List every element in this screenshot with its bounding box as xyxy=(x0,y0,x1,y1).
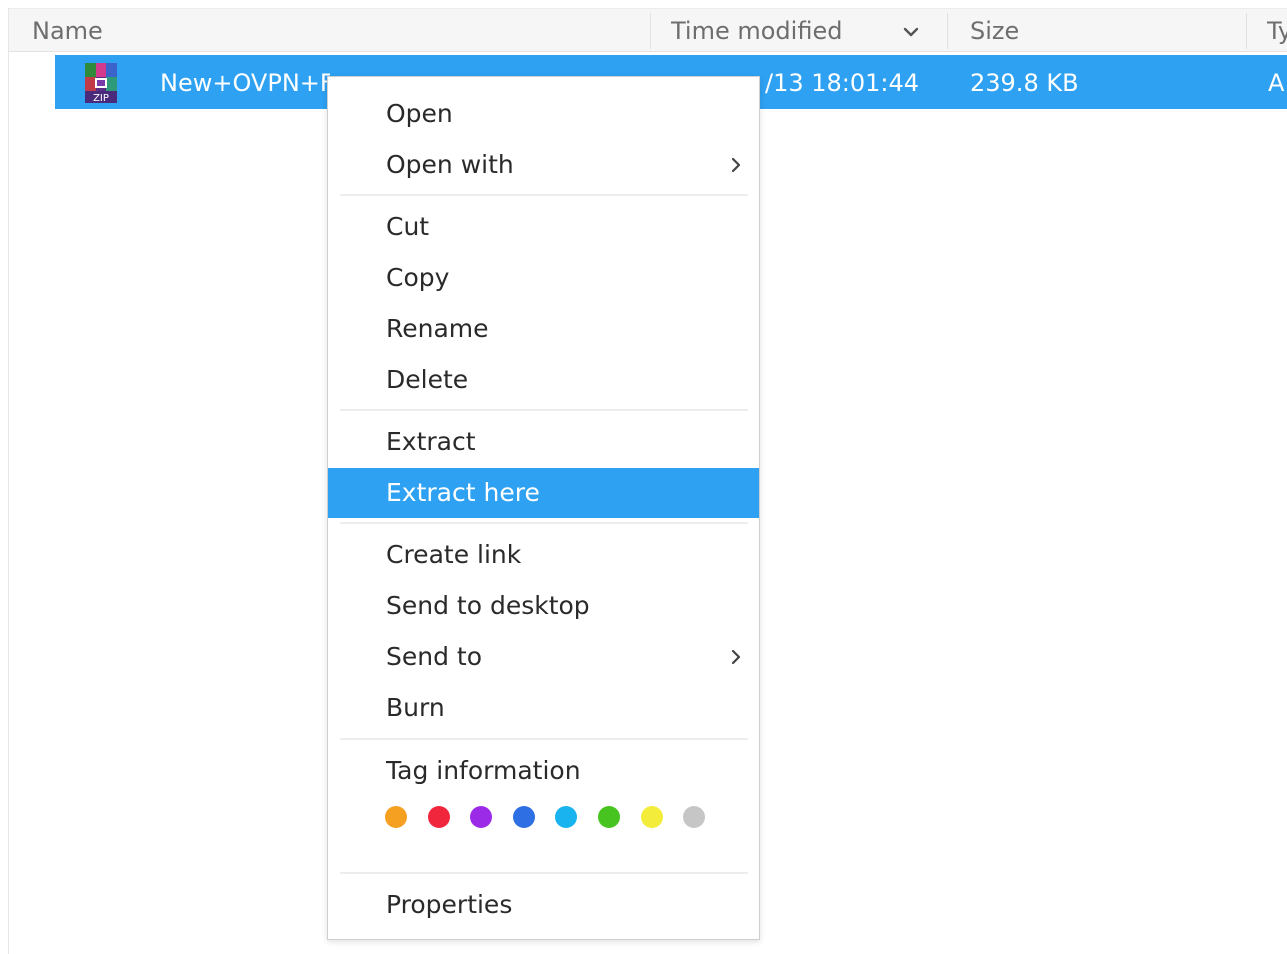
view-border xyxy=(8,8,9,954)
menu-item-send-to[interactable]: Send to xyxy=(328,632,759,682)
menu-item-cut[interactable]: Cut xyxy=(328,202,759,252)
menu-item-label: Extract here xyxy=(386,478,540,507)
tag-color-yellow[interactable] xyxy=(640,806,663,828)
menu-item-rename[interactable]: Rename xyxy=(328,304,759,354)
menu-item-label: Open with xyxy=(386,150,514,179)
menu-item-label: Open xyxy=(386,99,453,128)
menu-item-copy[interactable]: Copy xyxy=(328,253,759,303)
file-type: A xyxy=(1268,69,1285,97)
menu-separator xyxy=(340,194,748,196)
menu-item-open-with[interactable]: Open with xyxy=(328,140,759,190)
chevron-right-icon xyxy=(731,649,741,665)
menu-item-properties[interactable]: Properties xyxy=(328,880,759,930)
sort-descending-icon[interactable] xyxy=(901,22,921,42)
menu-item-label: Rename xyxy=(386,314,489,343)
svg-text:ZIP: ZIP xyxy=(93,93,109,104)
menu-item-label: Create link xyxy=(386,540,522,569)
tag-color-gray[interactable] xyxy=(683,806,706,828)
file-manager-view: Name Time modified Size Ty ZIP New+OVPN+… xyxy=(0,0,1287,954)
menu-item-label: Burn xyxy=(386,693,445,722)
column-divider[interactable] xyxy=(1246,13,1247,49)
menu-separator xyxy=(340,872,748,874)
menu-item-label: Cut xyxy=(386,212,430,241)
menu-separator xyxy=(340,409,748,411)
menu-separator xyxy=(340,738,748,740)
column-header: Name Time modified Size Ty xyxy=(9,8,1287,52)
tag-color-red[interactable] xyxy=(427,806,450,828)
menu-item-extract[interactable]: Extract xyxy=(328,417,759,467)
tag-color-green[interactable] xyxy=(598,806,620,828)
menu-separator xyxy=(340,522,748,524)
menu-item-create-link[interactable]: Create link xyxy=(328,530,759,580)
menu-item-label: Delete xyxy=(386,365,469,394)
column-name-header[interactable]: Name xyxy=(32,9,632,51)
file-name: New+OVPN+Fi xyxy=(160,69,330,97)
menu-item-label: Send to xyxy=(386,642,483,671)
menu-item-tag-information: Tag information xyxy=(328,746,759,796)
file-time-modified: /13 18:01:44 xyxy=(765,69,920,97)
menu-item-extract-here[interactable]: Extract here xyxy=(328,468,759,518)
menu-item-open[interactable]: Open xyxy=(328,89,759,139)
file-size: 239.8 KB xyxy=(970,69,1079,97)
tag-color-purple[interactable] xyxy=(470,806,493,828)
chevron-right-icon xyxy=(731,157,741,173)
menu-item-send-to-desktop[interactable]: Send to desktop xyxy=(328,581,759,631)
zip-archive-icon: ZIP xyxy=(85,63,117,104)
context-menu: Open Open with Cut Copy Rename Delete Ex… xyxy=(327,76,760,940)
tag-color-orange[interactable] xyxy=(385,806,407,828)
column-divider[interactable] xyxy=(650,13,651,49)
menu-item-label: Send to desktop xyxy=(386,591,590,620)
menu-item-burn[interactable]: Burn xyxy=(328,683,759,733)
tag-color-light-blue[interactable] xyxy=(555,806,578,828)
menu-item-label: Extract xyxy=(386,427,476,456)
tag-color-blue[interactable] xyxy=(512,806,535,828)
column-size-header[interactable]: Size xyxy=(970,9,1230,51)
column-type-header[interactable]: Ty xyxy=(1267,9,1287,51)
menu-item-label: Copy xyxy=(386,263,450,292)
menu-item-label: Tag information xyxy=(386,756,581,785)
column-divider[interactable] xyxy=(947,13,948,49)
menu-item-label: Properties xyxy=(386,890,513,919)
menu-item-delete[interactable]: Delete xyxy=(328,355,759,405)
column-time-modified-header[interactable]: Time modified xyxy=(671,9,871,51)
